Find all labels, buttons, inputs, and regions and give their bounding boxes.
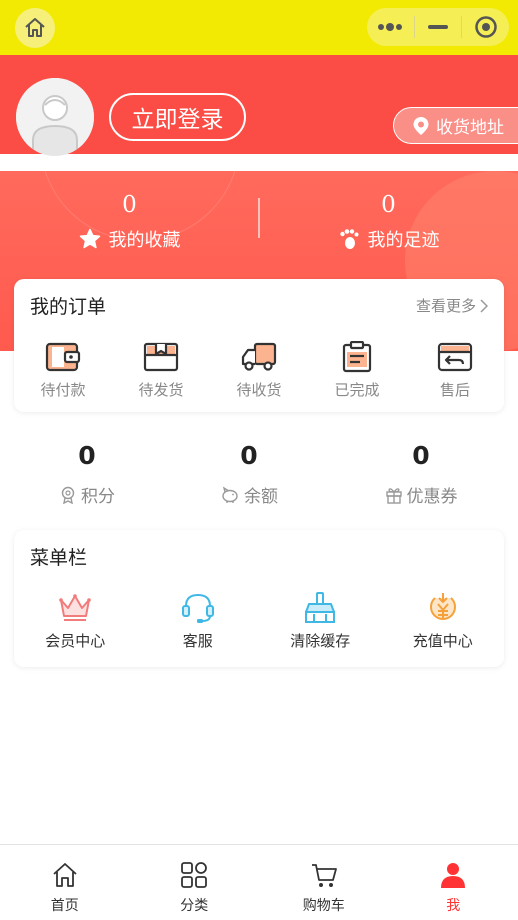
user-icon [441,863,466,888]
more-dots-icon [378,23,403,31]
menu-label: 充值中心 [412,632,473,650]
order-pending-receipt[interactable]: 待收货 [210,341,308,400]
points-stat[interactable]: 0 积分 [1,438,173,507]
piggy-icon [222,485,238,503]
menu-label: 清除缓存 [290,632,351,650]
balance-value: 0 [240,441,258,470]
medal-icon [61,486,75,504]
default-avatar-icon [16,78,94,156]
menu-clear-cache[interactable]: 清除缓存 [259,592,382,651]
favorites-label: 我的收藏 [108,230,181,251]
yen-coin-icon [429,593,456,620]
order-label: 待付款 [40,381,86,399]
order-label: 已完成 [334,381,380,399]
category-icon [181,862,208,888]
more-button[interactable] [367,8,414,46]
tab-label: 购物车 [302,898,345,914]
footprint-label: 我的足迹 [367,230,440,251]
favorites-stat[interactable]: 0 我的收藏 [0,188,259,252]
broom-icon [305,592,336,623]
order-label: 售后 [439,381,470,399]
home-button[interactable] [15,8,55,48]
order-label: 待收货 [236,381,282,399]
order-completed[interactable]: 已完成 [308,341,406,400]
footprint-stat[interactable]: 0 我的足迹 [259,188,518,252]
points-value: 0 [78,441,96,470]
orders-card: 我的订单 查看更多 待付款 待发货 待收货 已完成 售后 [14,279,504,412]
tab-cart[interactable]: 购物车 [259,845,389,920]
location-pin-icon [413,116,429,135]
avatar[interactable] [16,78,94,156]
gift-icon [385,487,402,504]
view-more-link[interactable]: 查看更多 [416,295,488,316]
top-bar [0,0,518,55]
order-pending-payment[interactable]: 待付款 [14,341,112,400]
minimize-icon [428,25,448,29]
order-status-row: 待付款 待发货 待收货 已完成 售后 [14,341,504,400]
order-after-sales[interactable]: 售后 [406,341,504,400]
order-label: 待发货 [138,381,184,399]
coupons-value: 0 [412,441,430,470]
target-icon [474,16,497,38]
login-button[interactable]: 立即登录 [109,93,246,141]
points-label: 积分 [81,487,115,507]
coupons-stat[interactable]: 0 优惠券 [335,438,507,507]
footprint-count: 0 [381,192,396,218]
mini-program-capsule [367,8,509,46]
minimize-button[interactable] [415,8,462,46]
tab-home[interactable]: 首页 [0,845,130,920]
balance-label: 余额 [244,487,278,507]
menu-card: 菜单栏 会员中心 客服 清除缓存 充值中心 [14,530,504,667]
balance-stat[interactable]: 0 余额 [163,438,335,507]
coupons-label: 优惠券 [406,487,458,507]
star-icon [79,228,100,249]
truck-icon [241,342,277,371]
crown-icon [59,594,92,621]
wallet-icon [45,342,81,372]
tab-label: 首页 [50,898,79,914]
page: 立即登录 收货地址 0 我的收藏 0 我的足迹 我的订单 查看更多 待付款 待发… [0,0,518,920]
headset-icon [181,593,214,623]
address-label: 收货地址 [436,118,504,138]
address-button[interactable]: 收货地址 [393,107,518,144]
home-icon [53,863,77,887]
order-pending-shipment[interactable]: 待发货 [112,341,210,400]
orders-title: 我的订单 [30,296,107,318]
tab-label: 分类 [180,898,209,914]
footprint-icon [339,229,358,249]
view-more-label: 查看更多 [415,297,476,315]
menu-customer-service[interactable]: 客服 [137,592,260,651]
close-button[interactable] [462,8,509,46]
favorites-count: 0 [122,192,137,218]
menu-label: 客服 [182,632,213,650]
menu-items-row: 会员中心 客服 清除缓存 充值中心 [14,592,504,651]
tab-label: 我 [446,898,461,914]
assets-row: 0 积分 0 余额 0 优惠券 [0,438,518,518]
bottom-tab-bar: 首页 分类 购物车 我 [0,844,518,920]
box-icon [143,342,179,372]
home-icon [25,18,45,37]
menu-member-center[interactable]: 会员中心 [14,592,137,651]
menu-title: 菜单栏 [30,547,88,569]
cart-icon [311,864,337,887]
clipboard-icon [342,341,372,373]
menu-recharge-center[interactable]: 充值中心 [382,592,505,651]
chevron-right-icon [480,298,488,313]
tab-category[interactable]: 分类 [130,845,260,920]
return-icon [437,342,473,372]
menu-label: 会员中心 [45,632,106,650]
tab-me[interactable]: 我 [389,845,518,920]
